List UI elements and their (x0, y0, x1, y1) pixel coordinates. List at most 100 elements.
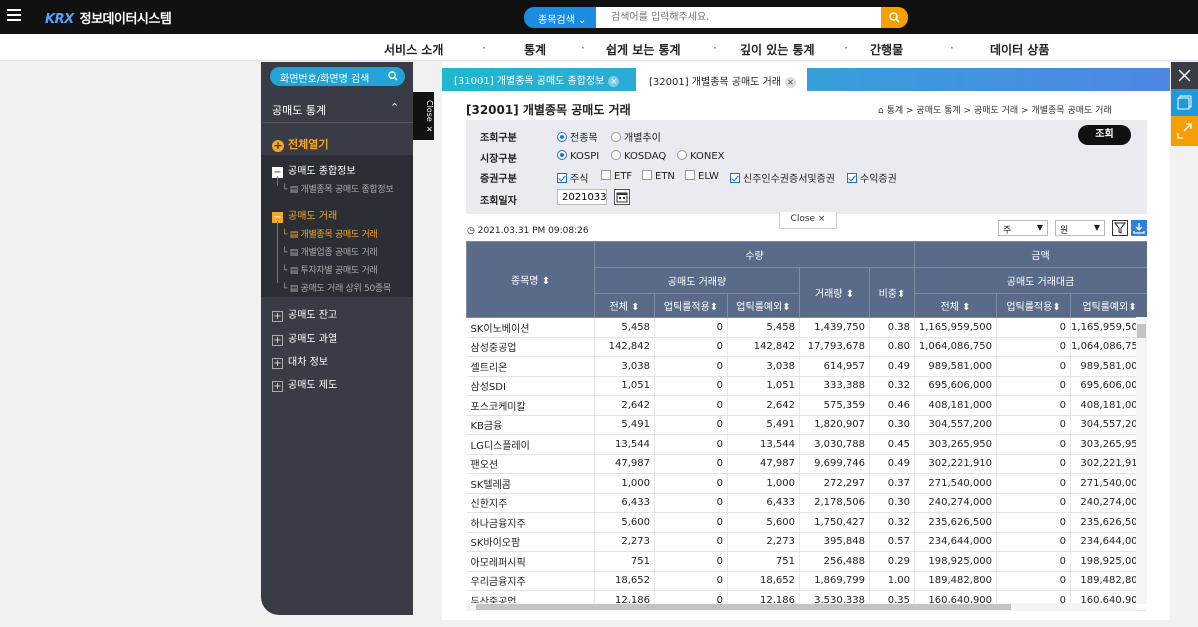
nav-statistics[interactable]: 통계 (524, 41, 546, 58)
search-button[interactable] (881, 7, 908, 28)
query-button[interactable]: 조회 (1078, 125, 1131, 145)
table-row[interactable]: 아모레퍼시픽 751 0 751 256,488 0.29 198,925,000 0 198,… (466, 551, 1147, 572)
checkbox-etn[interactable]: ETN (642, 170, 675, 182)
table-cell: 0 (654, 454, 728, 474)
nav-publications[interactable]: 간행물 (870, 41, 903, 58)
window-icon[interactable] (1171, 89, 1198, 116)
tab-31001[interactable]: [31001] 개별종목 공매도 종합정보 ✕ (454, 72, 620, 87)
table-row[interactable]: SK바이오팜 2,273 0 2,273 395,848 0.57 234,644,000 0… (466, 532, 1147, 552)
home-icon[interactable]: ⌂ (878, 106, 884, 116)
date-input[interactable] (557, 189, 607, 205)
sidebar-sub-stock-overview[interactable]: └ ▤ 개별종목 공매도 종합정보 (282, 182, 394, 195)
col-header-amt-all[interactable]: 전체 ⬍ (914, 293, 998, 318)
sidebar-sub-stock-trading[interactable]: └ ▤ 개별종목 공매도 거래 (282, 227, 378, 240)
sidebar-close-tab[interactable]: Close × (413, 92, 434, 140)
close-icon[interactable]: ✕ (784, 77, 796, 88)
col-header-amt-exempt[interactable]: 업틱룰예외⬍ (1070, 293, 1147, 318)
nav-easy-statistics[interactable]: 쉽게 보는 통계 (606, 41, 681, 58)
close-icon[interactable]: ✕ (608, 76, 620, 87)
calendar-icon[interactable] (614, 189, 630, 205)
table-cell: 2,178,506 (799, 493, 870, 513)
checkbox-warrants[interactable]: 신주인수권증서및증권 (730, 170, 835, 185)
table-row[interactable]: LG디스플레이 13,544 0 13,544 3,030,788 0.45 303,265… (466, 434, 1147, 455)
table-row[interactable]: 팬오션 47,987 0 47,987 9,699,746 0.49 302,221,910… (466, 454, 1147, 474)
table-cell: 3,038 (594, 356, 655, 377)
doc-icon: ▤ (289, 266, 299, 276)
table-row[interactable]: SK텔레콤 1,000 0 1,000 272,297 0.37 271,540,000 0 2… (466, 473, 1147, 494)
table-row[interactable]: KB금융 5,491 0 5,491 1,820,907 0.30 304,557,200 0… (466, 415, 1147, 435)
checkbox-beneficiary[interactable]: 수익증권 (847, 170, 897, 185)
close-icon[interactable] (1171, 62, 1198, 89)
chevron-up-icon[interactable]: ⌃ (390, 101, 399, 114)
search-input[interactable] (596, 7, 881, 28)
cell-stock-name: 하나금융지주 (466, 512, 595, 533)
nav-separator: · (482, 41, 486, 55)
sidebar-sub-industry-trading[interactable]: └ ▤ 개별업종 공매도 거래 (282, 245, 378, 258)
table-row[interactable]: 삼성SDI 1,051 0 1,051 333,388 0.32 695,606,000 0 6… (466, 376, 1147, 396)
sidebar-item-short-system[interactable]: + 공매도 제도 (272, 376, 337, 392)
table-cell: 5,458 (594, 317, 655, 338)
cell-stock-name: 셀트리온 (466, 356, 595, 377)
search-type-select[interactable]: 종목검색 ⌄ (524, 7, 596, 28)
table-row[interactable]: 삼성중공업 142,842 0 142,842 17,793,678 0.80 1,064,… (466, 337, 1147, 357)
sidebar-section-title[interactable]: 공매도 통계 (272, 102, 326, 118)
col-header-volume[interactable]: 거래량 ⬍ (799, 267, 870, 318)
table-cell: 13,544 (594, 434, 655, 455)
nav-data-products[interactable]: 데이터 상품 (990, 41, 1049, 58)
table-cell: 5,458 (727, 317, 800, 338)
table-cell: 0 (654, 571, 728, 591)
download-icon[interactable] (1131, 220, 1147, 236)
table-row[interactable]: 셀트리온 3,038 0 3,038 614,957 0.49 989,581,000 0 98… (466, 356, 1147, 377)
sidebar-item-short-overheat[interactable]: + 공매도 과열 (272, 330, 337, 346)
horizontal-scrollbar[interactable] (466, 603, 1136, 611)
col-header-amt-uptick[interactable]: 업틱룰적용⬍ (996, 293, 1072, 318)
radio-kosdaq[interactable]: KOSDAQ (611, 150, 666, 162)
open-all-button[interactable]: + 전체열기 (272, 136, 328, 152)
radio-kospi[interactable]: KOSPI (557, 150, 599, 162)
col-header-ratio[interactable]: 비중⬍ (868, 267, 916, 318)
radio-single-trend[interactable]: 개별추이 (611, 129, 661, 144)
table-row[interactable]: 포스코케미칼 2,642 0 2,642 575,359 0.46 408,181,000 0… (466, 395, 1147, 416)
filter-close-button[interactable]: Close × (779, 212, 837, 229)
nav-deep-statistics[interactable]: 깊이 있는 통계 (740, 41, 815, 58)
tab-32001[interactable]: [32001] 개별종목 공매도 거래 ✕ (636, 68, 807, 91)
filter-label-query-type: 조회구분 (480, 133, 517, 144)
table-row[interactable]: 하나금융지주 5,600 0 5,600 1,750,427 0.32 235,626,50… (466, 512, 1147, 533)
table-cell: 0 (996, 532, 1072, 552)
screen-search-button[interactable]: 화면번호/화면명 검색 (270, 67, 405, 86)
unit-select-won[interactable]: 원 (1055, 220, 1105, 236)
col-header-vol-exempt[interactable]: 업틱룰예외⬍ (727, 293, 800, 318)
sidebar-item-short-balance[interactable]: + 공매도 잔고 (272, 306, 337, 322)
vertical-scrollbar[interactable] (1136, 317, 1147, 604)
sidebar-sub-investor-trading[interactable]: └ ▤ 투자자별 공매도 거래 (282, 263, 378, 276)
table-cell: 18,652 (727, 571, 800, 591)
sidebar-item-short-trading[interactable]: − 공매도 거래 (272, 207, 337, 223)
sidebar-item-short-overview[interactable]: − 공매도 종합정보 (272, 162, 356, 178)
table-cell: 0 (654, 356, 728, 377)
nav-service-intro[interactable]: 서비스 소개 (384, 41, 443, 58)
col-header-name[interactable]: 종목명 ⬍ (466, 241, 595, 318)
col-header-vol-all[interactable]: 전체 ⬍ (594, 293, 655, 318)
table-cell: 1.00 (869, 571, 916, 591)
plus-icon: + (272, 139, 284, 152)
table-row[interactable]: 신한지주 6,433 0 6,433 2,178,506 0.30 240,274,000 0… (466, 493, 1147, 513)
filter-icon[interactable] (1112, 220, 1128, 236)
table-cell: 304,557,200 (914, 415, 998, 435)
sort-icon: ⬍ (897, 289, 906, 300)
checkbox-stock[interactable]: 주식 (557, 170, 588, 185)
checkbox-etf[interactable]: ETF (601, 170, 632, 182)
sidebar-item-lending-info[interactable]: + 대차 정보 (272, 353, 328, 369)
logo[interactable]: KRX 정보데이터시스템 (45, 8, 172, 27)
sort-icon: ⬍ (845, 289, 855, 300)
radio-konex[interactable]: KONEX (677, 150, 725, 162)
radio-all-stocks[interactable]: 전종목 (557, 129, 598, 144)
expand-icon[interactable] (1171, 116, 1198, 146)
checkbox-elw[interactable]: ELW (685, 170, 719, 182)
sidebar-sub-top50[interactable]: └ ▤ 공매도 거래 상위 50종목 (282, 281, 391, 294)
col-header-vol-uptick[interactable]: 업틱룰적용⬍ (654, 293, 728, 318)
unit-select-shares[interactable]: 주 (998, 220, 1048, 236)
table-row[interactable]: 우리금융지주 18,652 0 18,652 1,869,799 1.00 189,482,… (466, 571, 1147, 591)
cell-stock-name: 삼성중공업 (466, 337, 595, 357)
table-row[interactable]: SK이노베이션 5,458 0 5,458 1,439,750 0.38 1,165,959… (466, 317, 1147, 338)
menu-icon[interactable] (7, 9, 21, 23)
